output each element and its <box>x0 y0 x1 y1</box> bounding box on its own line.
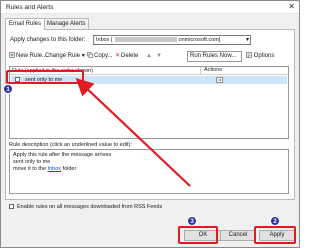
highlight-apply-button <box>254 226 296 244</box>
move-up-icon[interactable]: ▲ <box>146 51 152 62</box>
title-bar: Rules and Alerts ✕ <box>1 1 299 14</box>
chevron-down-icon: ▾ <box>245 37 249 43</box>
desc-line-1: Apply this rule after the message arrive… <box>13 152 112 158</box>
desc-line-3-post: folder <box>61 166 77 172</box>
inbox-link[interactable]: Inbox <box>48 166 61 172</box>
tab-manage-alerts[interactable]: Manage Alerts <box>43 18 90 29</box>
rule-description-box: Apply this rule after the message arrive… <box>9 149 289 194</box>
options-icon <box>246 52 252 58</box>
move-down-icon[interactable]: ▼ <box>156 51 162 62</box>
rules-and-alerts-dialog: Rules and Alerts ✕ Email Rules Manage Al… <box>0 0 300 248</box>
apply-folder-label: Apply changes to this folder: <box>10 37 86 43</box>
close-icon[interactable]: ✕ <box>288 2 295 11</box>
delete-button[interactable]: ✕Delete <box>115 51 138 62</box>
col-actions-header[interactable]: Actions <box>200 67 222 74</box>
rule-description-label: Rule description (click an underlined va… <box>9 142 132 148</box>
options-label: Options <box>253 53 275 59</box>
change-rule-button[interactable]: Change Rule ▾ <box>45 51 85 62</box>
desc-line-2: sent only to me <box>13 159 51 165</box>
rss-checkbox[interactable] <box>9 204 14 209</box>
tab-email-rules[interactable]: Email Rules <box>5 18 46 30</box>
copy-button[interactable]: Copy... <box>87 51 113 62</box>
new-rule-label: New Rule... <box>16 53 48 59</box>
delete-icon: ✕ <box>115 53 121 59</box>
window-title: Rules and Alerts <box>6 4 54 11</box>
rss-label: Enable rules on all messages downloaded … <box>17 204 163 210</box>
new-rule-icon <box>9 52 15 58</box>
folder-suffix: onmicrosoft.com] <box>178 37 221 43</box>
step-1-badge: 1 <box>3 84 13 94</box>
step-2-badge: 2 <box>270 216 280 226</box>
delete-label: Delete <box>121 53 139 59</box>
highlight-rule-row <box>6 70 84 84</box>
move-to-folder-icon <box>216 77 223 83</box>
cancel-button[interactable]: Cancel <box>220 230 256 241</box>
copy-icon <box>87 52 93 58</box>
folder-prefix: Inbox [ <box>96 37 113 43</box>
run-rules-now-button[interactable]: Run Rules Now... <box>187 51 242 62</box>
new-rule-button[interactable]: New Rule... <box>9 51 47 62</box>
desc-line-3: move it to the Inbox folder <box>13 166 285 173</box>
email-rules-panel: Apply changes to this folder: Inbox [ onm… <box>5 29 295 200</box>
step-3-badge: 3 <box>187 216 197 226</box>
folder-select[interactable]: Inbox [ onmicrosoft.com] ▾ <box>93 35 251 45</box>
highlight-ok-button <box>178 226 218 244</box>
rss-option[interactable]: Enable rules on all messages downloaded … <box>9 204 162 210</box>
redacted-address <box>114 37 177 43</box>
copy-label: Copy... <box>94 53 113 59</box>
desc-line-3-pre: move it to the <box>13 166 48 172</box>
options-button[interactable]: Options <box>246 51 274 62</box>
